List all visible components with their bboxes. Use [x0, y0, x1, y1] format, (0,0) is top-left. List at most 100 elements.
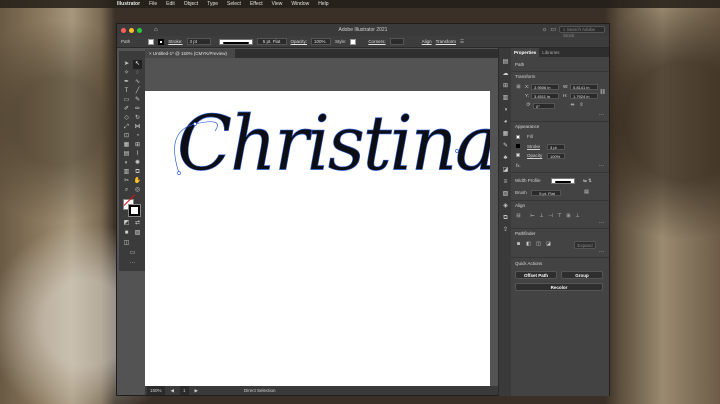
scale-tool-icon[interactable]: ⤢ [122, 123, 131, 132]
graph-tool-icon[interactable]: ▥ [122, 168, 131, 177]
rotate-tool-icon[interactable]: ↻ [133, 114, 142, 123]
artboard-number-field[interactable]: 1 [179, 386, 189, 395]
type-tool-icon[interactable]: T [122, 87, 131, 96]
curvature-tool-icon[interactable]: ∿ [133, 78, 142, 87]
fx-label[interactable]: fx. [516, 163, 521, 168]
width-profile-select[interactable] [551, 178, 575, 184]
brush-definition-field[interactable]: 5 pt. Flat [256, 38, 287, 45]
flip-profile-icon[interactable]: ⇆ ⇅ [583, 178, 592, 184]
opacity-label-panel[interactable]: Opacity [527, 153, 542, 158]
expand-button[interactable]: Expand [574, 241, 596, 249]
menu-window[interactable]: Window [291, 1, 309, 7]
constrain-proportions-icon[interactable]: ⛓ [599, 89, 606, 96]
lasso-icon[interactable]: ◌ [133, 69, 142, 78]
pen-tool-icon[interactable]: ✒ [122, 78, 131, 87]
document-tab[interactable]: × Untitled-1* @ 150% (CMYK/Preview) [145, 49, 235, 58]
symbols-panel-icon[interactable]: ♣ [501, 154, 510, 163]
graphic-style-swatch[interactable] [350, 38, 357, 45]
more-options-icon[interactable]: ☰ [460, 39, 464, 45]
brush-library-icon[interactable]: ▤ [583, 189, 590, 196]
y-field[interactable]: 3.4511 in [531, 93, 559, 99]
angle-field[interactable]: 0° [533, 103, 555, 109]
swap-colors-icon[interactable]: ⇄ [133, 219, 142, 228]
hand-tool-icon[interactable]: ✋ [133, 177, 142, 186]
w-field[interactable]: 5.8141 in [570, 84, 598, 90]
recolor-button[interactable]: Recolor [515, 283, 603, 291]
align-vcenter-icon[interactable]: ⊞ [565, 213, 572, 220]
gradient-mode-icon[interactable]: ▨ [133, 229, 142, 238]
appearance-more-options[interactable]: ··· [599, 163, 604, 169]
gradient-tool-icon[interactable]: ▤ [122, 150, 131, 159]
pencil-tool-icon[interactable]: ✏ [133, 105, 142, 114]
flip-vertical-icon[interactable]: ⇳ [578, 102, 585, 109]
opacity-field[interactable]: 100% [311, 38, 332, 45]
align-to-icon[interactable]: ⊟ [515, 213, 522, 220]
artboard[interactable]: Christina [145, 91, 490, 386]
align-more-options[interactable]: ··· [599, 220, 604, 226]
align-link[interactable]: Align [422, 39, 432, 44]
x-field[interactable]: 3.9506 in [531, 84, 559, 90]
intersect-icon[interactable]: ◫ [535, 241, 542, 248]
artwork[interactable]: Christina [145, 91, 490, 386]
direct-selection-tool-icon[interactable]: ↖ [133, 60, 142, 69]
eraser-tool-icon[interactable]: ◇ [122, 114, 131, 123]
artboard-nav-prev[interactable]: ◀ [171, 386, 174, 395]
fill-swatch[interactable] [148, 38, 155, 45]
transform-panel-icon[interactable]: ⊞ [501, 82, 510, 91]
stroke-weight-panel-field[interactable]: 3 pt [547, 144, 565, 150]
lightbulb-icon[interactable]: ☼ [542, 27, 548, 33]
offset-path-button[interactable]: Offset Path [515, 271, 557, 279]
menu-view[interactable]: View [272, 1, 283, 7]
anchor-point[interactable] [193, 122, 197, 126]
shape-builder-icon[interactable]: ◔ [133, 132, 142, 141]
corners-label[interactable]: Corners: [368, 39, 385, 44]
tab-properties[interactable]: Properties [511, 48, 540, 57]
gradient-panel-icon[interactable]: ▧ [501, 190, 510, 199]
swatches-panel-icon[interactable]: ▦ [501, 130, 510, 139]
opacity-panel-field[interactable]: 100% [547, 153, 565, 159]
h-field[interactable]: 1.7924 in [570, 93, 598, 99]
exclude-icon[interactable]: ◪ [545, 241, 552, 248]
align-top-icon[interactable]: ⊤ [556, 213, 563, 220]
menu-help[interactable]: Help [318, 1, 328, 7]
fill-label[interactable]: Fill [527, 134, 533, 139]
rectangle-tool-icon[interactable]: ▭ [122, 96, 131, 105]
zoom-level-field[interactable]: 150% [147, 386, 165, 395]
tab-libraries[interactable]: Libraries [539, 48, 562, 57]
paintbrush-tool-icon[interactable]: ✎ [133, 96, 142, 105]
menu-select[interactable]: Select [227, 1, 241, 7]
fill-swatch-panel[interactable] [516, 135, 520, 139]
libraries-panel-icon[interactable]: ☁ [501, 70, 510, 79]
menu-effect[interactable]: Effect [250, 1, 263, 7]
width-tool-icon[interactable]: ⋈ [133, 123, 142, 132]
artboards-panel-icon[interactable]: ⧉ [501, 214, 510, 223]
align-hcenter-icon[interactable]: ⊥ [538, 213, 545, 220]
edit-toolbar-icon[interactable]: ··· [128, 259, 137, 268]
blend-tool-icon[interactable]: ◐ [122, 159, 131, 168]
screen-mode-icon[interactable]: ▭ [128, 249, 137, 258]
variable-width-profile[interactable] [218, 38, 253, 45]
free-transform-icon[interactable]: ⊡ [122, 132, 131, 141]
stroke-weight-field[interactable]: 3 pt [186, 38, 211, 45]
default-colors-icon[interactable]: ◩ [122, 219, 131, 228]
christina-lettering[interactable]: Christina [177, 100, 490, 189]
align-panel-icon[interactable]: ▥ [501, 94, 510, 103]
menu-type[interactable]: Type [207, 1, 218, 7]
workspace-icon[interactable]: ▭ [550, 26, 556, 33]
align-right-icon[interactable]: ⊣ [547, 213, 554, 220]
symbol-sprayer-icon[interactable]: ✺ [133, 159, 142, 168]
flip-horizontal-icon[interactable]: ⇹ [569, 102, 576, 109]
artboard-nav-next[interactable]: ▶ [195, 386, 198, 395]
transform-link[interactable]: Transform [436, 39, 456, 44]
align-left-icon[interactable]: ⊢ [529, 213, 536, 220]
canvas-area[interactable]: Christina [145, 58, 498, 386]
stroke-swatch[interactable] [158, 38, 165, 45]
mesh-tool-icon[interactable]: ⊞ [133, 141, 142, 150]
color-mode-icon[interactable]: ■ [122, 229, 131, 238]
pathfinder-more-options[interactable]: ··· [599, 249, 604, 255]
selection-tool-icon[interactable]: ➤ [122, 60, 131, 69]
slice-tool-icon[interactable]: ✂ [122, 177, 131, 186]
reference-point-icon[interactable]: ⊞ [515, 84, 522, 91]
artboard-tool-icon[interactable]: ⧉ [133, 168, 142, 177]
align-bottom-icon[interactable]: ⊥ [574, 213, 581, 220]
